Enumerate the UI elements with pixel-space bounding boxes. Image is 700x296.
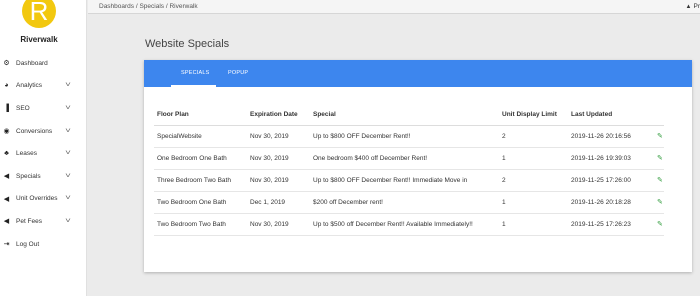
sidebar-item-seo[interactable]: ▐ SEO ˅ bbox=[0, 97, 87, 120]
sidebar-item-label: SEO bbox=[16, 104, 30, 112]
sidebar-item-label: Dashboard bbox=[16, 59, 48, 67]
table-row[interactable]: Two Bedroom Two Bath Nov 30, 2019 Up to $5… bbox=[154, 213, 664, 236]
pencil-icon[interactable]: ✎ bbox=[654, 213, 664, 236]
cell-floor-plan: Two Bedroom Two Bath bbox=[154, 213, 247, 236]
cell-special: Up to $800 OFF December Rent!! Immediate… bbox=[310, 169, 499, 192]
brand-name: Riverwalk bbox=[20, 35, 58, 44]
table-row[interactable]: Three Bedroom Two Bath Nov 30, 2019 Up to … bbox=[154, 169, 664, 192]
user-icon: ▲ bbox=[685, 4, 692, 10]
cell-expiration-date: Nov 30, 2019 bbox=[247, 213, 310, 236]
cell-last-updated: 2019-11-25 17:26:23 bbox=[568, 213, 654, 236]
cell-last-updated: 2019-11-26 20:16:56 bbox=[568, 125, 654, 148]
sidebar-item-label: Leases bbox=[16, 150, 37, 158]
user-label: Pr bbox=[693, 3, 700, 10]
header-special[interactable]: Special bbox=[310, 105, 499, 126]
breadcrumb[interactable]: Dashboards / Specials / Riverwalk bbox=[99, 3, 198, 10]
sidebar-item-specials[interactable]: ◀ Specials ˅ bbox=[0, 165, 87, 188]
sidebar-item-label: Specials bbox=[16, 172, 41, 180]
cell-special: One bedroom $400 off December Rent! bbox=[310, 147, 499, 170]
tab-bar: SPECIALS POPUP bbox=[144, 60, 692, 87]
cell-last-updated: 2019-11-26 20:18:28 bbox=[568, 191, 654, 214]
cell-unit-display-limit: 2 bbox=[499, 169, 568, 192]
pencil-icon[interactable]: ✎ bbox=[654, 125, 664, 148]
dashboard-icon: ⚙ bbox=[3, 60, 10, 68]
pie-chart-icon: ◕ bbox=[4, 82, 9, 90]
logout-icon: ⇥ bbox=[3, 241, 10, 249]
specials-card: SPECIALS POPUP Floor Plan Expiration Dat… bbox=[144, 60, 692, 272]
target-icon: ◉ bbox=[3, 128, 10, 136]
brand-logo[interactable]: R bbox=[22, 0, 56, 28]
chevron-down-icon[interactable]: ˅ bbox=[65, 173, 71, 180]
cell-unit-display-limit: 1 bbox=[499, 213, 568, 236]
cell-unit-display-limit: 1 bbox=[499, 191, 568, 214]
cell-expiration-date: Nov 30, 2019 bbox=[247, 125, 310, 148]
header-unit-display-limit[interactable]: Unit Display Limit bbox=[499, 105, 568, 126]
sidebar-item-log-out[interactable]: ⇥ Log Out bbox=[0, 233, 87, 256]
pencil-icon[interactable]: ✎ bbox=[654, 191, 664, 214]
sidebar-item-pet-fees[interactable]: ◀ Pet Fees ˅ bbox=[0, 210, 87, 233]
specials-table: Floor Plan Expiration Date Special Unit … bbox=[154, 105, 664, 236]
cell-special: $200 off December rent! bbox=[310, 191, 499, 214]
megaphone-icon: ◀ bbox=[3, 173, 10, 181]
user-menu[interactable]: ▲ Pr bbox=[686, 3, 700, 10]
sidebar-item-leases[interactable]: ♣ Leases ˅ bbox=[0, 142, 87, 165]
table-row[interactable]: One Bedroom One Bath Nov 30, 2019 One bedr… bbox=[154, 147, 664, 170]
tab-popup[interactable]: POPUP bbox=[228, 70, 248, 76]
cell-special: Up to $500 off December Rent!! Available… bbox=[310, 213, 499, 236]
sidebar-item-analytics[interactable]: ◕ Analytics ˅ bbox=[0, 75, 87, 98]
sidebar-item-dashboard[interactable]: ⚙ Dashboard bbox=[0, 52, 87, 75]
header-last-updated[interactable]: Last Updated bbox=[568, 105, 654, 126]
sidebar-item-conversions[interactable]: ◉ Conversions ˅ bbox=[0, 120, 87, 143]
megaphone-icon: ◀ bbox=[3, 218, 10, 226]
top-bar: Dashboards / Specials / Riverwalk ▲ Pr bbox=[88, 0, 700, 14]
tab-specials[interactable]: SPECIALS bbox=[181, 70, 210, 76]
cell-last-updated: 2019-11-26 19:39:03 bbox=[568, 147, 654, 170]
chevron-down-icon[interactable]: ˅ bbox=[65, 150, 71, 157]
table-row[interactable]: SpecialWebsite Nov 30, 2019 Up to $800 OFF… bbox=[154, 125, 664, 148]
active-tab-indicator bbox=[171, 85, 216, 87]
cell-floor-plan: Two Bedroom One Bath bbox=[154, 191, 247, 214]
chevron-down-icon[interactable]: ˅ bbox=[65, 105, 71, 112]
sidebar-item-unit-overrides[interactable]: ◀ Unit Overrides ˅ bbox=[0, 188, 87, 211]
sidebar: R Riverwalk ⚙ Dashboard ◕ Analytics ˅ ▐ SEO ˅ ◉ C… bbox=[0, 0, 87, 296]
cell-unit-display-limit: 2 bbox=[499, 125, 568, 148]
cell-last-updated: 2019-11-25 17:26:00 bbox=[568, 169, 654, 192]
cell-floor-plan: SpecialWebsite bbox=[154, 125, 247, 148]
header-actions bbox=[654, 105, 664, 126]
cell-unit-display-limit: 1 bbox=[499, 147, 568, 170]
chevron-down-icon[interactable]: ˅ bbox=[65, 82, 71, 89]
chevron-down-icon[interactable]: ˅ bbox=[65, 218, 71, 225]
bar-chart-icon: ▐ bbox=[4, 104, 9, 112]
megaphone-icon: ◀ bbox=[3, 195, 10, 203]
header-expiration-date[interactable]: Expiration Date bbox=[247, 105, 310, 126]
pencil-icon[interactable]: ✎ bbox=[654, 147, 664, 170]
cell-expiration-date: Nov 30, 2019 bbox=[247, 147, 310, 170]
sidebar-nav: ⚙ Dashboard ◕ Analytics ˅ ▐ SEO ˅ ◉ Conversions ˅ ♣… bbox=[0, 52, 87, 255]
sidebar-item-label: Analytics bbox=[16, 82, 43, 90]
pencil-icon[interactable]: ✎ bbox=[654, 169, 664, 192]
sidebar-item-label: Pet Fees bbox=[16, 217, 43, 225]
cell-expiration-date: Nov 30, 2019 bbox=[247, 169, 310, 192]
cell-special: Up to $800 OFF December Rent!! bbox=[310, 125, 499, 148]
chevron-down-icon[interactable]: ˅ bbox=[65, 128, 71, 135]
header-floor-plan[interactable]: Floor Plan bbox=[154, 105, 247, 126]
users-icon: ♣ bbox=[4, 150, 9, 158]
cell-floor-plan: Three Bedroom Two Bath bbox=[154, 169, 247, 192]
table-header-row: Floor Plan Expiration Date Special Unit … bbox=[154, 105, 664, 126]
cell-floor-plan: One Bedroom One Bath bbox=[154, 147, 247, 170]
chevron-down-icon[interactable]: ˅ bbox=[65, 195, 71, 202]
sidebar-item-label: Unit Overrides bbox=[16, 195, 58, 203]
table-row[interactable]: Two Bedroom One Bath Dec 1, 2019 $200 off … bbox=[154, 191, 664, 214]
page-title: Website Specials bbox=[145, 38, 230, 50]
sidebar-item-label: Conversions bbox=[16, 127, 53, 135]
sidebar-item-label: Log Out bbox=[16, 240, 40, 248]
cell-expiration-date: Dec 1, 2019 bbox=[247, 191, 310, 214]
